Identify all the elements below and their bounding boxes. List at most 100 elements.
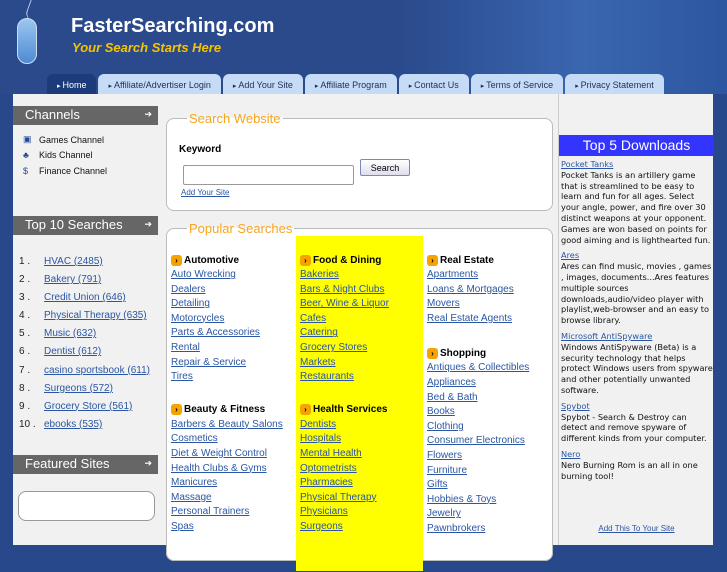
category-link[interactable]: Bakeries [300,268,423,283]
category-link[interactable]: Diet & Weight Control [171,447,298,462]
channel-label[interactable]: Kids Channel [39,150,93,160]
category-link[interactable]: Antiques & Collectibles [427,361,554,376]
add-to-site-link[interactable]: Add This To Your Site [559,524,714,533]
category-link[interactable]: Apartments [427,268,554,283]
top-search-link[interactable]: Credit Union (646) [44,292,126,310]
search-button[interactable]: Search [360,159,410,176]
category-link[interactable]: Manicures [171,476,298,491]
arrow-right-icon[interactable]: ➔ [144,109,152,120]
channel-item[interactable]: $ Finance Channel [23,166,107,176]
chevron-right-icon: › [171,254,182,266]
category-link[interactable]: Cosmetics [171,432,298,447]
category-link[interactable]: Loans & Mortgages [427,283,554,298]
category-link[interactable]: Jewelry [427,507,554,522]
category-link[interactable]: Cafes [300,312,423,327]
tagline: Your Search Starts Here [72,40,222,55]
category-link[interactable]: Barbers & Beauty Salons [171,418,298,433]
chevron-right-icon: › [171,404,182,416]
category-link[interactable]: Massage [171,491,298,506]
category-link[interactable]: Catering [300,326,423,341]
download-link[interactable]: Pocket Tanks [561,159,713,170]
category-link[interactable]: Grocery Stores [300,341,423,356]
category-link[interactable]: Beer, Wine & Liquor [300,297,423,312]
category-shopping: › Shopping Antiques & Collectibles Applianc… [427,345,554,536]
download-link[interactable]: Microsoft AntiSpyware [561,331,713,342]
category-link[interactable]: Mental Health [300,447,423,462]
top10-list: 1 . HVAC (2485) 2 . Bakery (791) 3 . Credit U… [19,256,150,437]
category-link[interactable]: Markets [300,356,423,371]
tab-affiliate-program[interactable]: Affiliate Program [304,74,397,94]
category-link[interactable]: Personal Trainers [171,505,298,520]
category-link[interactable]: Dentists [300,418,423,433]
top-search-link[interactable]: Bakery (791) [44,274,101,292]
top-search-link[interactable]: Music (632) [44,328,96,346]
category-link[interactable]: Pawnbrokers [427,522,554,537]
chevron-right-icon: › [427,347,438,359]
top-search-link[interactable]: ebooks (535) [44,419,102,437]
category-link[interactable]: Detailing [171,297,298,312]
top-search-item: 8 . Surgeons (572) [19,383,150,401]
category-link[interactable]: Books [427,405,554,420]
category-link[interactable]: Real Estate Agents [427,312,554,327]
add-your-site-link[interactable]: Add Your Site [181,188,229,197]
tab-contact-us[interactable]: Contact Us [398,74,469,94]
popular-legend: Popular Searches [189,221,293,236]
category-link[interactable]: Bed & Bath [427,391,554,406]
category-link[interactable]: Flowers [427,449,554,464]
top-search-item: 3 . Credit Union (646) [19,292,150,310]
category-link[interactable]: Movers [427,297,554,312]
category-link[interactable]: Parts & Accessories [171,326,298,341]
category-link[interactable]: Appliances [427,376,554,391]
top-search-link[interactable]: Surgeons (572) [44,383,113,401]
category-link[interactable]: Dealers [171,283,298,298]
category-link[interactable]: Surgeons [300,520,423,535]
category-link[interactable]: Optometrists [300,462,423,477]
category-link[interactable]: Restaurants [300,370,423,385]
channel-item[interactable]: ♣ Kids Channel [23,150,93,160]
category-link[interactable]: Furniture [427,464,554,479]
rank: 1 . [19,256,31,267]
top-search-link[interactable]: Grocery Store (561) [44,401,132,419]
top-search-item: 4 . Physical Therapy (635) [19,310,150,328]
category-link[interactable]: Physical Therapy [300,491,423,506]
category-link[interactable]: Auto Wrecking [171,268,298,283]
tab-privacy-statement[interactable]: Privacy Statement [565,74,664,94]
keyword-input[interactable] [183,165,354,185]
tab-terms-of-service[interactable]: Terms of Service [470,74,564,94]
tab-affiliate-advertiser-login[interactable]: Affiliate/Advertiser Login [98,74,221,94]
download-description: Ares can find music, movies , games , im… [561,261,712,326]
arrow-right-icon[interactable]: ➔ [144,458,152,469]
featured-title: Featured Sites [25,456,110,471]
channel-item[interactable]: ▣ Games Channel [23,134,104,145]
top-search-link[interactable]: HVAC (2485) [44,256,103,274]
category-link[interactable]: Physicians [300,505,423,520]
category-link[interactable]: Repair & Service [171,356,298,371]
arrow-right-icon[interactable]: ➔ [144,219,152,230]
channels-title: Channels [25,107,80,122]
category-heading: › Food & Dining [300,252,423,268]
tab-add-your-site[interactable]: Add Your Site [222,74,303,94]
category-link[interactable]: Hobbies & Toys [427,493,554,508]
site-title[interactable]: FasterSearching.com [71,15,274,38]
category-link[interactable]: Gifts [427,478,554,493]
download-item: Spybot Spybot - Search & Destroy can dete… [561,401,713,444]
category-link[interactable]: Consumer Electronics [427,434,554,449]
top-search-link[interactable]: Dentist (612) [44,346,101,364]
category-link[interactable]: Clothing [427,420,554,435]
category-link[interactable]: Motorcycles [171,312,298,327]
category-link[interactable]: Bars & Night Clubs [300,283,423,298]
category-link[interactable]: Spas [171,520,298,535]
channel-label[interactable]: Finance Channel [39,166,107,176]
category-link[interactable]: Pharmacies [300,476,423,491]
category-link[interactable]: Rental [171,341,298,356]
download-link[interactable]: Nero [561,449,713,460]
category-link[interactable]: Tires [171,370,298,385]
category-link[interactable]: Hospitals [300,432,423,447]
channel-label[interactable]: Games Channel [39,135,104,145]
download-link[interactable]: Ares [561,250,713,261]
top-search-link[interactable]: casino sportsbook (611) [44,365,150,383]
top-search-link[interactable]: Physical Therapy (635) [44,310,147,328]
tab-home[interactable]: Home [47,74,97,94]
category-link[interactable]: Health Clubs & Gyms [171,462,298,477]
download-link[interactable]: Spybot [561,401,713,412]
